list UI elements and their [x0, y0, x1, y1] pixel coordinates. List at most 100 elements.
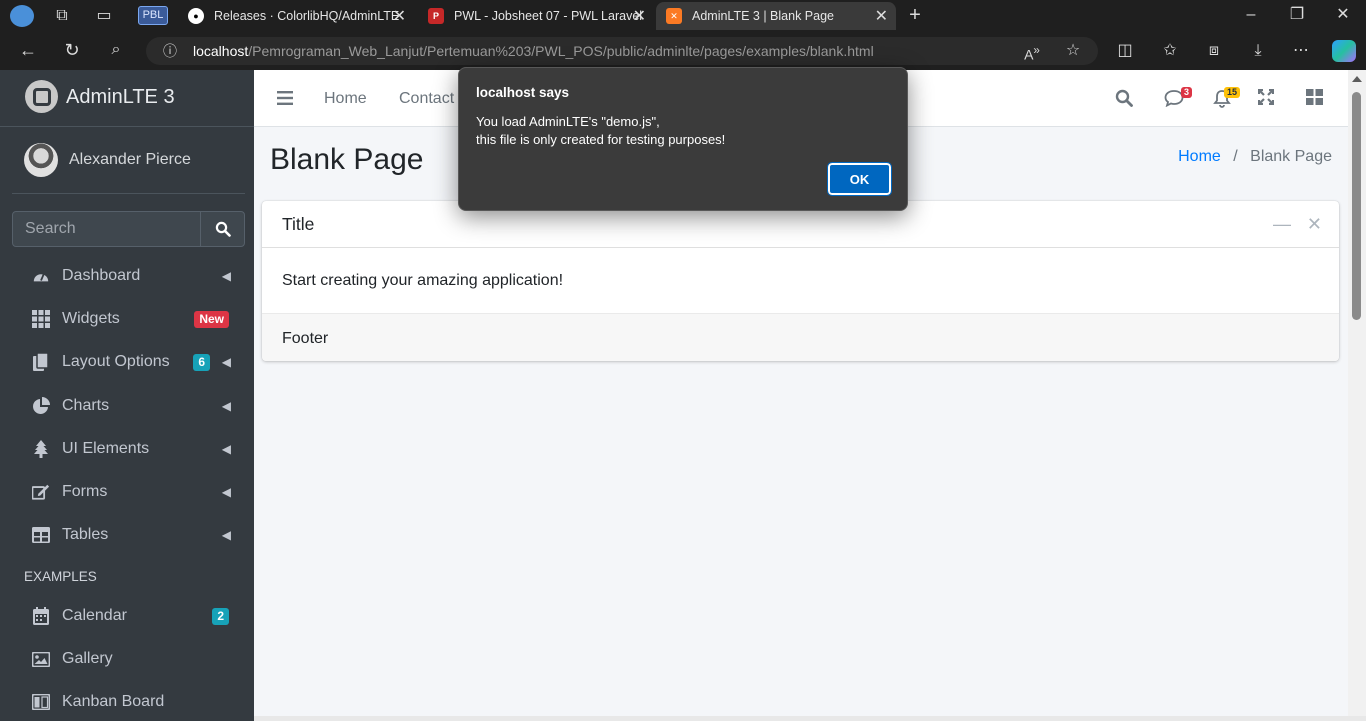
- sidebar-item-label: Calendar: [62, 607, 127, 624]
- url-text[interactable]: localhost/Pemrograman_Web_Lanjut/Pertemu…: [193, 43, 874, 59]
- sidebar-item-label: Layout Options: [62, 353, 170, 370]
- back-icon[interactable]: ←: [18, 40, 38, 60]
- remove-close-icon[interactable]: ✕: [1307, 214, 1322, 235]
- search-icon: [215, 221, 231, 237]
- site-info-icon[interactable]: ⓘ: [160, 41, 180, 61]
- page-scrollbar[interactable]: [1348, 70, 1366, 716]
- collections-icon[interactable]: ⧈: [1204, 41, 1224, 61]
- card-body-text: Start creating your amazing application!: [282, 272, 564, 289]
- card-title: Title: [282, 214, 315, 234]
- main-sidebar: AdminLTE 3 Alexander Pierce Dashboard ◀ …: [0, 70, 254, 721]
- sidebar-item-label: Tables: [62, 526, 109, 543]
- dialog-message-line: this file is only created for testing pu…: [476, 132, 726, 147]
- favorites-icon[interactable]: ✩: [1160, 41, 1180, 61]
- sidebar-item-forms[interactable]: Forms ◀: [12, 472, 245, 512]
- notifications-count-badge: 15: [1224, 87, 1241, 98]
- chevron-left-icon: ◀: [221, 399, 231, 413]
- breadcrumb-current: Blank Page: [1250, 148, 1332, 165]
- browser-tab-bar: ⧉ ▭ PBL ● Releases · ColorlibHQ/AdminLTE…: [0, 0, 1366, 32]
- ok-button[interactable]: OK: [827, 162, 892, 196]
- image-icon: [32, 650, 50, 668]
- breadcrumb-home-link[interactable]: Home: [1178, 148, 1221, 165]
- sidebar-item-widgets[interactable]: Widgets New: [12, 299, 245, 339]
- nav-link-contact[interactable]: Contact: [399, 90, 454, 108]
- scroll-up-arrow-icon[interactable]: [1352, 76, 1362, 82]
- hamburger-menu-icon[interactable]: [277, 91, 293, 105]
- page-title: Blank Page: [270, 143, 424, 176]
- card-footer: Footer: [262, 313, 1339, 361]
- chart-pie-icon: [32, 397, 50, 415]
- brand-text: AdminLTE 3: [66, 86, 175, 108]
- brand-link[interactable]: AdminLTE 3: [0, 70, 254, 127]
- downloads-icon[interactable]: ⤓: [1248, 41, 1268, 61]
- card-footer-text: Footer: [282, 330, 329, 347]
- copy-icon: [32, 353, 50, 371]
- widgets-icon: [32, 310, 50, 328]
- nav-link-home[interactable]: Home: [324, 90, 367, 108]
- tab-title: AdminLTE 3 | Blank Page: [692, 9, 834, 23]
- xampp-icon: ✕: [666, 8, 682, 24]
- breadcrumb-separator: /: [1233, 148, 1238, 165]
- close-window-icon[interactable]: ✕: [1333, 5, 1353, 25]
- fullscreen-icon[interactable]: [1257, 88, 1278, 109]
- tree-icon: [32, 440, 50, 458]
- more-menu-icon[interactable]: ⋯: [1291, 41, 1311, 61]
- minimize-icon[interactable]: –: [1241, 5, 1261, 25]
- close-tab-icon[interactable]: ✕: [393, 6, 406, 26]
- sidebar-item-label: Kanban Board: [62, 693, 165, 710]
- restore-icon[interactable]: ❐: [1287, 5, 1307, 25]
- chevron-left-icon: ◀: [221, 269, 231, 283]
- chevron-left-icon: ◀: [221, 528, 231, 542]
- profile-group-badge[interactable]: PBL: [138, 6, 168, 25]
- columns-icon: [32, 693, 50, 711]
- close-tab-icon[interactable]: ✕: [633, 6, 646, 26]
- collapse-minus-icon[interactable]: —: [1273, 214, 1291, 235]
- control-sidebar-icon[interactable]: [1306, 89, 1326, 109]
- table-icon: [32, 526, 50, 544]
- new-tab-icon[interactable]: +: [904, 5, 926, 25]
- sidebar-item-ui-elements[interactable]: UI Elements ◀: [12, 429, 245, 469]
- pdf-icon: P: [428, 8, 444, 24]
- sidebar-item-label: Widgets: [62, 310, 120, 327]
- sidebar-item-tables[interactable]: Tables ◀: [12, 515, 245, 555]
- read-aloud-icon[interactable]: A»: [1022, 41, 1042, 65]
- scrollbar-thumb[interactable]: [1352, 92, 1361, 320]
- reload-icon[interactable]: ↻: [62, 40, 82, 60]
- sidebar-item-label: Dashboard: [62, 267, 141, 284]
- avatar: [24, 143, 58, 177]
- count-badge: 2: [212, 607, 229, 625]
- sidebar-item-kanban-board[interactable]: Kanban Board: [12, 682, 245, 721]
- sidebar-search-input[interactable]: [13, 212, 201, 246]
- tab-actions-icon[interactable]: ▭: [94, 6, 114, 26]
- adminlte-logo: [25, 80, 58, 113]
- new-badge: New: [194, 310, 229, 328]
- tab-releases[interactable]: ● Releases · ColorlibHQ/AdminLTE ✕: [178, 2, 414, 30]
- sidebar-item-dashboard[interactable]: Dashboard ◀: [12, 256, 245, 296]
- sidebar-item-charts[interactable]: Charts ◀: [12, 386, 245, 426]
- favorite-star-icon[interactable]: ☆: [1063, 41, 1083, 61]
- tab-jobsheet[interactable]: P PWL - Jobsheet 07 - PWL Laravel ✕: [418, 2, 654, 30]
- split-screen-icon[interactable]: ◫: [1115, 41, 1135, 61]
- sidebar-search-button[interactable]: [200, 212, 244, 246]
- navbar-search-icon[interactable]: [1115, 89, 1135, 109]
- sidebar-item-calendar[interactable]: Calendar 2: [12, 596, 245, 636]
- count-badge: 6: [193, 353, 210, 371]
- browser-profile-icon[interactable]: [10, 5, 34, 27]
- tab-title: Releases · ColorlibHQ/AdminLTE: [214, 9, 400, 23]
- tab-blank-page[interactable]: ✕ AdminLTE 3 | Blank Page ✕: [656, 2, 896, 30]
- close-tab-icon[interactable]: ✕: [875, 6, 888, 26]
- nav-section-header: EXAMPLES: [24, 569, 97, 584]
- search-icon[interactable]: ⌕: [106, 40, 126, 60]
- user-name-link[interactable]: Alexander Pierce: [69, 151, 191, 169]
- edit-icon: [32, 483, 50, 501]
- calendar-icon: [32, 607, 50, 625]
- chevron-left-icon: ◀: [221, 485, 231, 499]
- chevron-left-icon: ◀: [221, 355, 231, 369]
- workspaces-icon[interactable]: ⧉: [52, 6, 72, 26]
- card: Title — ✕ Start creating your amazing ap…: [262, 201, 1339, 361]
- sidebar-item-gallery[interactable]: Gallery: [12, 639, 245, 679]
- sidebar-item-layout-options[interactable]: Layout Options 6 ◀: [12, 342, 245, 382]
- dialog-message-line: You load AdminLTE's "demo.js",: [476, 114, 660, 129]
- copilot-icon[interactable]: [1332, 40, 1356, 62]
- sidebar-item-label: Charts: [62, 397, 110, 414]
